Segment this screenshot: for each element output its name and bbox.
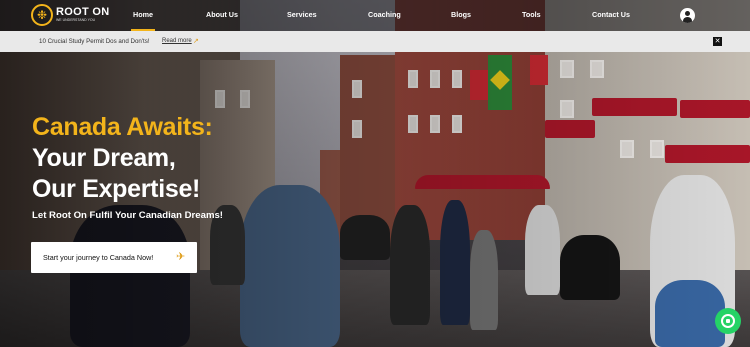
brand-name: ROOT ON (56, 6, 110, 19)
maple-leaf-icon: ❉ (31, 4, 53, 26)
headline-accent: Canada Awaits: (32, 113, 213, 141)
user-account-icon[interactable] (680, 8, 695, 23)
announcement-bar: 10 Crucial Study Permit Dos and Don'ts! … (0, 31, 750, 52)
nav-item-services[interactable]: Services (287, 10, 317, 19)
arrow-up-right-icon: ↗ (193, 38, 199, 45)
cta-label: Start your journey to Canada Now! (43, 253, 154, 262)
nav-item-home[interactable]: Home (131, 10, 155, 31)
top-navigation-bar: ❉ ROOT ON WE UNDERSTAND YOU Home About U… (0, 0, 750, 31)
brand-logo[interactable]: ❉ ROOT ON WE UNDERSTAND YOU (31, 4, 109, 26)
nav-item-contact-us[interactable]: Contact Us (592, 10, 630, 19)
read-more-link[interactable]: Read more (162, 38, 192, 44)
airplane-icon: ✈ (176, 251, 186, 263)
nav-item-blogs[interactable]: Blogs (451, 10, 471, 19)
close-icon[interactable]: ✕ (713, 37, 722, 46)
nav-item-coaching[interactable]: Coaching (368, 10, 401, 19)
whatsapp-button[interactable] (715, 308, 741, 334)
start-journey-button[interactable]: Start your journey to Canada Now! ✈ (31, 242, 197, 273)
brand-tagline: WE UNDERSTAND YOU (56, 18, 96, 23)
hero-headline: Canada Awaits: Your Dream, Our Expertise… (32, 112, 213, 205)
headline-line-2: Your Dream, (32, 144, 176, 172)
hero-subheadline: Let Root On Fulfil Your Canadian Dreams! (32, 210, 224, 221)
announcement-text: 10 Crucial Study Permit Dos and Don'ts! (39, 38, 150, 45)
nav-item-about-us[interactable]: About Us (206, 10, 238, 19)
nav-item-tools[interactable]: Tools (522, 10, 541, 19)
headline-line-3: Our Expertise! (32, 175, 201, 203)
whatsapp-icon (721, 314, 735, 328)
